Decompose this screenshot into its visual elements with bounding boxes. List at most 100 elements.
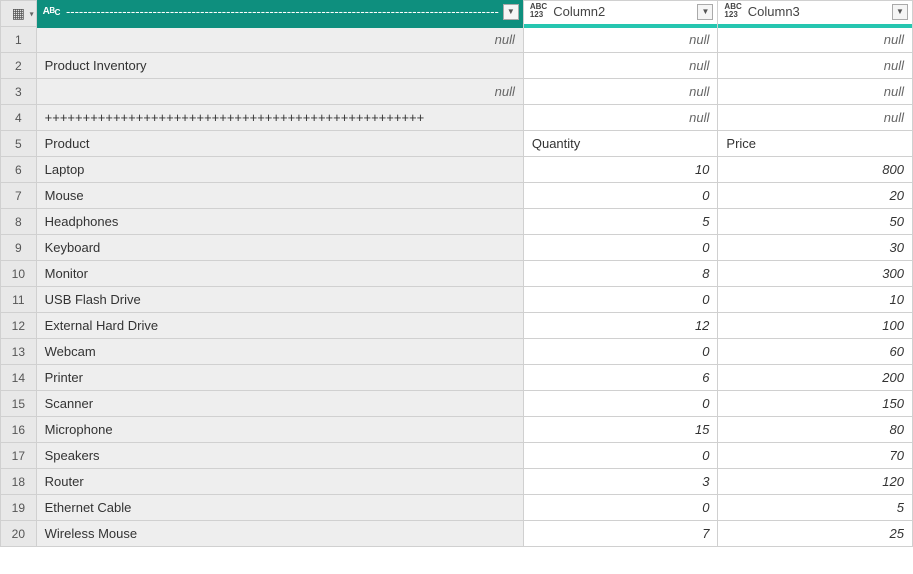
filter-dropdown-button[interactable]: ▼ bbox=[697, 4, 713, 20]
cell[interactable]: null bbox=[523, 53, 718, 79]
table-row[interactable]: 20Wireless Mouse725 bbox=[1, 521, 913, 547]
cell[interactable]: Speakers bbox=[36, 443, 523, 469]
row-number[interactable]: 6 bbox=[1, 157, 37, 183]
cell[interactable]: 3 bbox=[523, 469, 718, 495]
row-number[interactable]: 8 bbox=[1, 209, 37, 235]
cell[interactable]: 6 bbox=[523, 365, 718, 391]
table-row[interactable]: 7Mouse020 bbox=[1, 183, 913, 209]
table-row[interactable]: 19Ethernet Cable05 bbox=[1, 495, 913, 521]
row-number[interactable]: 17 bbox=[1, 443, 37, 469]
row-number[interactable]: 9 bbox=[1, 235, 37, 261]
row-number[interactable]: 5 bbox=[1, 131, 37, 157]
row-number[interactable]: 14 bbox=[1, 365, 37, 391]
cell[interactable]: 8 bbox=[523, 261, 718, 287]
row-number[interactable]: 11 bbox=[1, 287, 37, 313]
cell[interactable]: Laptop bbox=[36, 157, 523, 183]
cell[interactable]: Quantity bbox=[523, 131, 718, 157]
cell[interactable]: 300 bbox=[718, 261, 913, 287]
table-row[interactable]: 17Speakers070 bbox=[1, 443, 913, 469]
cell[interactable]: 0 bbox=[523, 495, 718, 521]
cell[interactable]: 15 bbox=[523, 417, 718, 443]
cell[interactable]: 0 bbox=[523, 235, 718, 261]
table-row[interactable]: 11USB Flash Drive010 bbox=[1, 287, 913, 313]
cell[interactable]: 150 bbox=[718, 391, 913, 417]
cell[interactable]: Product bbox=[36, 131, 523, 157]
cell[interactable]: Webcam bbox=[36, 339, 523, 365]
cell[interactable]: 0 bbox=[523, 287, 718, 313]
cell[interactable]: 800 bbox=[718, 157, 913, 183]
cell[interactable]: Monitor bbox=[36, 261, 523, 287]
cell[interactable]: 200 bbox=[718, 365, 913, 391]
row-number[interactable]: 13 bbox=[1, 339, 37, 365]
cell[interactable]: Router bbox=[36, 469, 523, 495]
cell[interactable]: USB Flash Drive bbox=[36, 287, 523, 313]
table-row[interactable]: 18Router3120 bbox=[1, 469, 913, 495]
table-row[interactable]: 2Product Inventorynullnull bbox=[1, 53, 913, 79]
cell[interactable]: 0 bbox=[523, 391, 718, 417]
cell[interactable]: 5 bbox=[718, 495, 913, 521]
table-row[interactable]: 9Keyboard030 bbox=[1, 235, 913, 261]
cell[interactable]: 10 bbox=[718, 287, 913, 313]
cell[interactable]: 25 bbox=[718, 521, 913, 547]
column-header-2[interactable]: ABC123 Column2 ▼ bbox=[523, 1, 718, 27]
table-row[interactable]: 16Microphone1580 bbox=[1, 417, 913, 443]
cell[interactable]: null bbox=[523, 79, 718, 105]
cell[interactable]: null bbox=[36, 79, 523, 105]
row-number[interactable]: 2 bbox=[1, 53, 37, 79]
row-number[interactable]: 3 bbox=[1, 79, 37, 105]
cell[interactable]: 80 bbox=[718, 417, 913, 443]
cell[interactable]: 50 bbox=[718, 209, 913, 235]
cell[interactable]: Scanner bbox=[36, 391, 523, 417]
cell[interactable]: Printer bbox=[36, 365, 523, 391]
cell[interactable]: null bbox=[718, 79, 913, 105]
column-header-1[interactable]: ABC ------------------------------------… bbox=[36, 1, 523, 27]
select-all-corner[interactable]: ▦ ▾ bbox=[1, 1, 37, 27]
cell[interactable]: 120 bbox=[718, 469, 913, 495]
cell[interactable]: 20 bbox=[718, 183, 913, 209]
cell[interactable]: null bbox=[523, 27, 718, 53]
row-number[interactable]: 19 bbox=[1, 495, 37, 521]
cell[interactable]: 70 bbox=[718, 443, 913, 469]
row-number[interactable]: 16 bbox=[1, 417, 37, 443]
cell[interactable]: Price bbox=[718, 131, 913, 157]
cell[interactable]: 60 bbox=[718, 339, 913, 365]
table-row[interactable]: 3nullnullnull bbox=[1, 79, 913, 105]
cell[interactable]: 0 bbox=[523, 183, 718, 209]
row-number[interactable]: 10 bbox=[1, 261, 37, 287]
cell[interactable]: 7 bbox=[523, 521, 718, 547]
table-row[interactable]: 13Webcam060 bbox=[1, 339, 913, 365]
row-number[interactable]: 15 bbox=[1, 391, 37, 417]
cell[interactable]: 0 bbox=[523, 339, 718, 365]
cell[interactable]: 0 bbox=[523, 443, 718, 469]
row-number[interactable]: 1 bbox=[1, 27, 37, 53]
cell[interactable]: null bbox=[718, 53, 913, 79]
cell[interactable]: External Hard Drive bbox=[36, 313, 523, 339]
row-number[interactable]: 12 bbox=[1, 313, 37, 339]
cell[interactable]: Mouse bbox=[36, 183, 523, 209]
table-row[interactable]: 5ProductQuantityPrice bbox=[1, 131, 913, 157]
cell[interactable]: 5 bbox=[523, 209, 718, 235]
table-row[interactable]: 8Headphones550 bbox=[1, 209, 913, 235]
column-header-3[interactable]: ABC123 Column3 ▼ bbox=[718, 1, 913, 27]
cell[interactable]: Ethernet Cable bbox=[36, 495, 523, 521]
cell[interactable]: Keyboard bbox=[36, 235, 523, 261]
cell[interactable]: null bbox=[718, 27, 913, 53]
cell[interactable]: 30 bbox=[718, 235, 913, 261]
table-row[interactable]: 15Scanner0150 bbox=[1, 391, 913, 417]
cell[interactable]: Microphone bbox=[36, 417, 523, 443]
cell[interactable]: null bbox=[718, 105, 913, 131]
row-number[interactable]: 4 bbox=[1, 105, 37, 131]
table-row[interactable]: 14Printer6200 bbox=[1, 365, 913, 391]
cell[interactable]: 100 bbox=[718, 313, 913, 339]
cell[interactable]: Product Inventory bbox=[36, 53, 523, 79]
table-row[interactable]: 4+++++++++++++++++++++++++++++++++++++++… bbox=[1, 105, 913, 131]
cell[interactable]: Wireless Mouse bbox=[36, 521, 523, 547]
table-row[interactable]: 6Laptop10800 bbox=[1, 157, 913, 183]
row-number[interactable]: 7 bbox=[1, 183, 37, 209]
cell[interactable]: null bbox=[523, 105, 718, 131]
cell[interactable]: null bbox=[36, 27, 523, 53]
cell[interactable]: ++++++++++++++++++++++++++++++++++++++++… bbox=[36, 105, 523, 131]
row-number[interactable]: 18 bbox=[1, 469, 37, 495]
row-number[interactable]: 20 bbox=[1, 521, 37, 547]
table-row[interactable]: 12External Hard Drive12100 bbox=[1, 313, 913, 339]
